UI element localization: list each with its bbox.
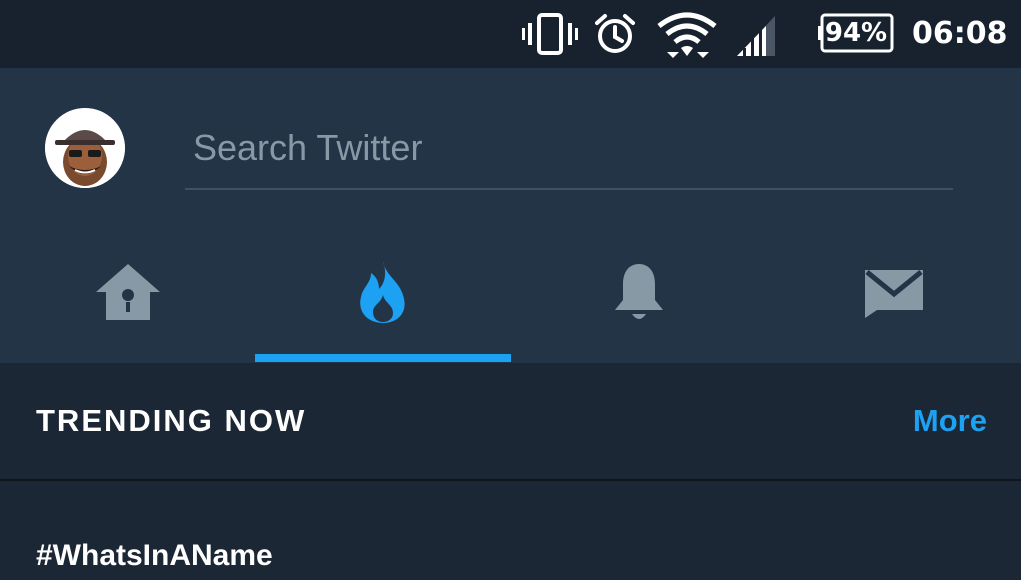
tab-explore[interactable] bbox=[255, 236, 510, 363]
trend-list-item[interactable]: #WhatsInAName bbox=[0, 481, 1021, 580]
app-header bbox=[0, 68, 1021, 363]
search-bar bbox=[185, 118, 953, 190]
battery-icon: 94% bbox=[818, 13, 896, 53]
tab-messages[interactable] bbox=[766, 236, 1021, 363]
status-time: 06:08 bbox=[912, 16, 1008, 51]
active-tab-indicator bbox=[255, 354, 511, 362]
birdhouse-icon bbox=[95, 263, 160, 320]
envelope-icon bbox=[864, 269, 923, 318]
trending-title: TRENDING NOW bbox=[36, 403, 307, 438]
status-bar: 94% 06:08 bbox=[0, 0, 1021, 68]
wifi-icon bbox=[657, 12, 717, 58]
profile-avatar[interactable] bbox=[45, 108, 125, 188]
alarm-icon bbox=[595, 14, 635, 53]
flame-icon bbox=[359, 260, 405, 323]
bell-icon bbox=[614, 263, 663, 319]
trend-name: #WhatsInAName bbox=[36, 539, 273, 572]
search-input[interactable] bbox=[185, 118, 953, 178]
trending-header: TRENDING NOW More bbox=[0, 363, 1021, 481]
battery-percent: 94% bbox=[824, 18, 888, 48]
cell-signal-icon bbox=[737, 16, 775, 56]
tab-home[interactable] bbox=[0, 236, 255, 363]
tab-notifications[interactable] bbox=[511, 236, 766, 363]
more-link[interactable]: More bbox=[913, 403, 987, 439]
vibrate-icon bbox=[522, 13, 578, 55]
